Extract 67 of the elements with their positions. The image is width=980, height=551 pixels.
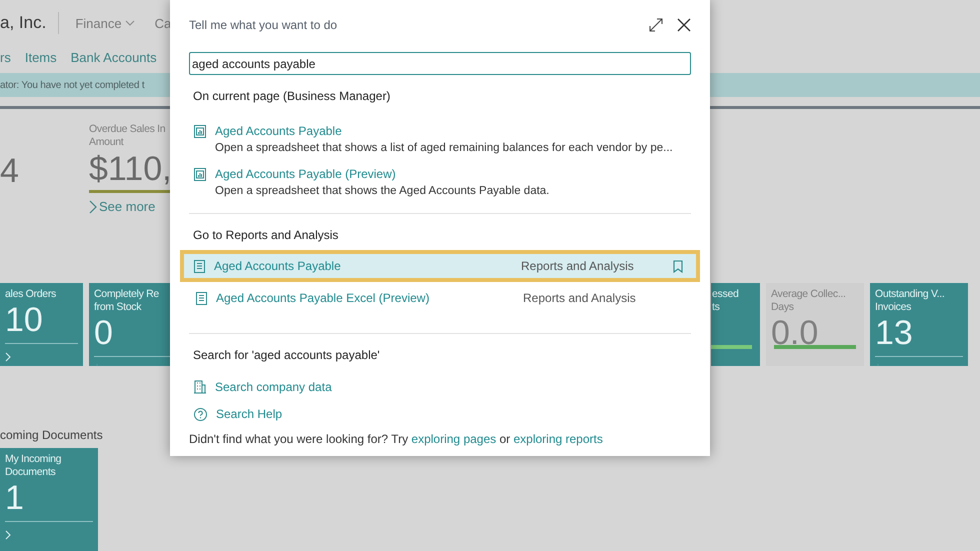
close-icon[interactable] <box>677 18 691 32</box>
menu-item[interactable]: Ca <box>154 16 172 30</box>
section-heading: Go to Reports and Analysis <box>192 228 340 242</box>
banner-text: ator: You have not yet completed t <box>0 80 144 90</box>
chevron-right-icon <box>89 200 97 214</box>
tile[interactable]: essed ts <box>711 283 760 366</box>
menu-item[interactable]: Finance <box>75 16 135 30</box>
tile-title: My Incoming <box>5 453 62 466</box>
tile-title: Outstanding V... <box>875 288 946 301</box>
help-icon <box>194 408 207 421</box>
report-icon <box>194 260 205 273</box>
tile[interactable]: Average Collec... Days 0.0 <box>766 283 864 366</box>
search-link[interactable]: Search company data <box>215 380 332 394</box>
kpi-value: 4 <box>0 151 20 192</box>
expand-icon[interactable] <box>649 18 663 32</box>
result-description: Open a spreadsheet that shows a list of aged remaining balances for each vendor by pe... <box>215 142 673 154</box>
exploring-pages-link[interactable]: exploring pages <box>411 432 496 446</box>
report-icon <box>196 292 207 305</box>
tile-title: ales Orders <box>5 288 57 301</box>
bookmark-icon[interactable] <box>673 260 683 272</box>
tile-value: 0.0 <box>771 314 820 352</box>
section-heading: Search for 'aged accounts payable' <box>192 348 381 362</box>
kpi-label: Overdue Sales In <box>89 123 166 136</box>
result-title: Aged Accounts Payable <box>214 259 342 273</box>
tile-title: Completely Re <box>94 288 160 301</box>
kpi-value: $110, <box>89 149 173 189</box>
exploring-reports-link[interactable]: exploring reports <box>513 432 603 446</box>
tile-value: 1 <box>5 479 25 517</box>
tile-title: Average Collec... <box>771 288 847 301</box>
dialog-title: Tell me what you want to do <box>189 18 338 32</box>
tile-title: Documents <box>5 466 56 479</box>
tile-title: from Stock <box>94 301 142 314</box>
building-icon <box>194 380 206 394</box>
tile[interactable]: ales Orders 10 <box>0 283 83 366</box>
company-name: a, Inc. <box>0 13 46 33</box>
section-heading: coming Documents <box>0 428 103 442</box>
tile-value: 0 <box>94 314 114 352</box>
result-row[interactable]: Aged Accounts Payable Excel (Preview) Reports and Analysis <box>187 282 693 314</box>
tile-title: essed <box>712 288 740 301</box>
tile-title: Days <box>771 301 795 314</box>
chevron-right-icon <box>5 530 11 540</box>
kpi-label: Amount <box>89 136 125 149</box>
tile-value: 13 <box>875 314 914 352</box>
result-row[interactable]: Aged Accounts Payable Reports and Analysis <box>180 250 700 282</box>
tile-title: Invoices <box>875 301 912 314</box>
see-more-link[interactable]: See more <box>89 199 179 214</box>
chevron-down-icon <box>124 20 135 26</box>
result-category: Reports and Analysis <box>521 259 635 273</box>
nav-link[interactable]: Items <box>24 50 57 64</box>
tile-value: 10 <box>5 301 44 339</box>
footer-text: Didn't find what you were looking for? Try exploring pages or exploring reports <box>189 432 604 446</box>
search-field[interactable]: aged accounts payable <box>189 52 691 75</box>
nav-link[interactable]: rs <box>0 50 11 64</box>
result-title: Aged Accounts Payable Excel (Preview) <box>216 291 430 305</box>
result-category: Reports and Analysis <box>523 291 637 305</box>
tile-title: ts <box>712 301 721 314</box>
chevron-right-icon <box>5 352 11 362</box>
result-link[interactable]: Aged Accounts Payable (Preview) <box>215 167 550 181</box>
search-link[interactable]: Search Help <box>216 407 282 421</box>
result-description: Open a spreadsheet that shows the Aged Accounts Payable data. <box>215 185 550 197</box>
section-heading: On current page (Business Manager) <box>192 89 392 103</box>
result-link[interactable]: Aged Accounts Payable <box>215 124 673 138</box>
tile[interactable]: My Incoming Documents 1 <box>0 448 98 551</box>
spreadsheet-icon <box>194 125 206 138</box>
tile[interactable]: Outstanding V... Invoices 13 <box>870 283 968 366</box>
nav-link[interactable]: Bank Accounts <box>70 50 157 64</box>
spreadsheet-icon <box>194 168 206 181</box>
